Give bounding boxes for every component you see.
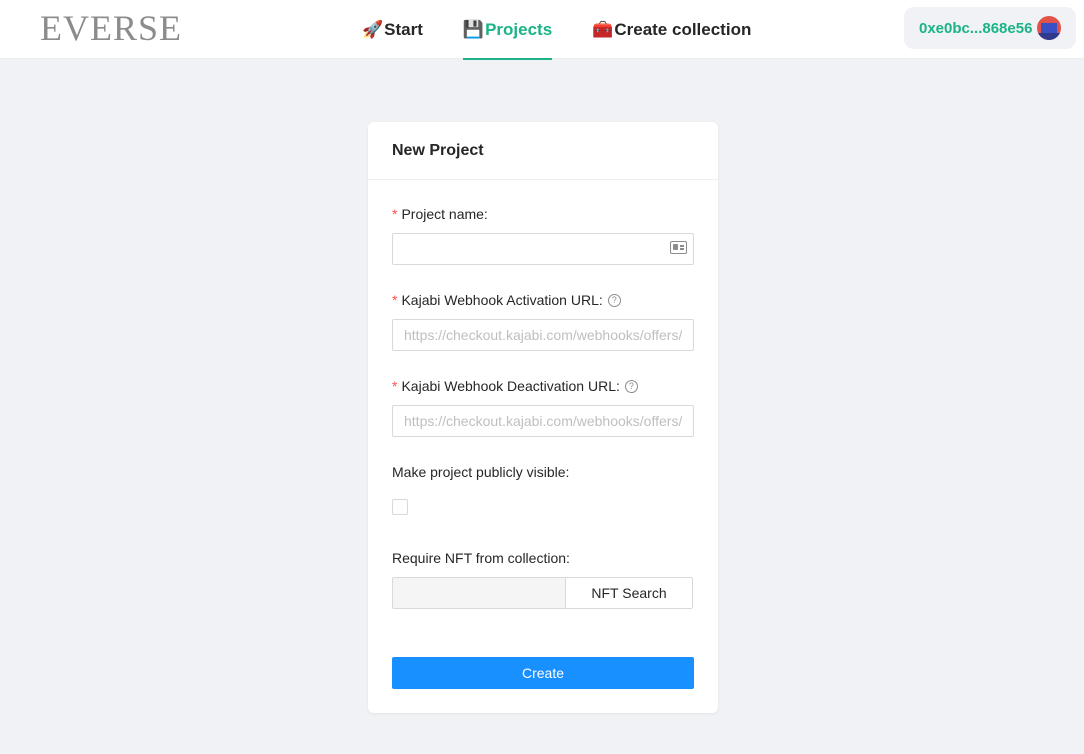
top-header: EVERSE 🚀 Start 💾 Projects 🧰 Create colle… — [0, 0, 1084, 60]
nav-item-create-collection[interactable]: 🧰 Create collection — [592, 0, 751, 59]
required-mark: * — [392, 206, 398, 222]
project-name-label-text: Project name: — [401, 206, 488, 222]
new-project-card: New Project * Project name: * Kajabi Web… — [368, 122, 718, 713]
nav-item-projects[interactable]: 💾 Projects — [462, 0, 553, 60]
nft-search-button[interactable]: NFT Search — [566, 577, 693, 609]
floppy-disk-icon: 💾 — [462, 19, 485, 39]
activation-url-input[interactable] — [392, 319, 694, 351]
required-mark: * — [392, 292, 398, 308]
nft-search-group: NFT Search — [392, 577, 693, 609]
require-nft-label: Require NFT from collection: — [392, 550, 570, 566]
create-button[interactable]: Create — [392, 657, 694, 689]
main-nav: 🚀 Start 💾 Projects 🧰 Create collection — [362, 0, 751, 60]
public-visible-checkbox[interactable] — [392, 499, 408, 515]
activation-url-label: * Kajabi Webhook Activation URL: ? — [392, 292, 621, 308]
question-circle-icon[interactable]: ? — [624, 379, 638, 393]
required-mark: * — [392, 378, 398, 394]
nav-item-label: Start — [384, 19, 423, 39]
toolbox-icon: 🧰 — [592, 19, 614, 39]
deactivation-url-label: * Kajabi Webhook Deactivation URL: ? — [392, 378, 638, 394]
avatar — [1037, 16, 1061, 40]
contact-card-icon — [670, 241, 687, 254]
wallet-address: 0xe0bc...868e56 — [919, 19, 1033, 37]
question-circle-icon[interactable]: ? — [607, 293, 621, 307]
activation-url-label-text: Kajabi Webhook Activation URL: — [401, 292, 603, 308]
nav-item-label: Create collection — [614, 19, 752, 39]
project-name-input[interactable] — [392, 233, 694, 265]
public-visible-label: Make project publicly visible: — [392, 464, 570, 480]
nav-item-label: Projects — [485, 19, 553, 39]
logo[interactable]: EVERSE — [40, 10, 182, 46]
deactivation-url-input[interactable] — [392, 405, 694, 437]
card-title: New Project — [368, 122, 718, 180]
nft-collection-input[interactable] — [392, 577, 566, 609]
nav-item-start[interactable]: 🚀 Start — [362, 0, 423, 59]
project-name-label: * Project name: — [392, 206, 488, 222]
wallet-button[interactable]: 0xe0bc...868e56 — [904, 7, 1076, 49]
rocket-icon: 🚀 — [362, 19, 384, 39]
deactivation-url-label-text: Kajabi Webhook Deactivation URL: — [401, 378, 620, 394]
